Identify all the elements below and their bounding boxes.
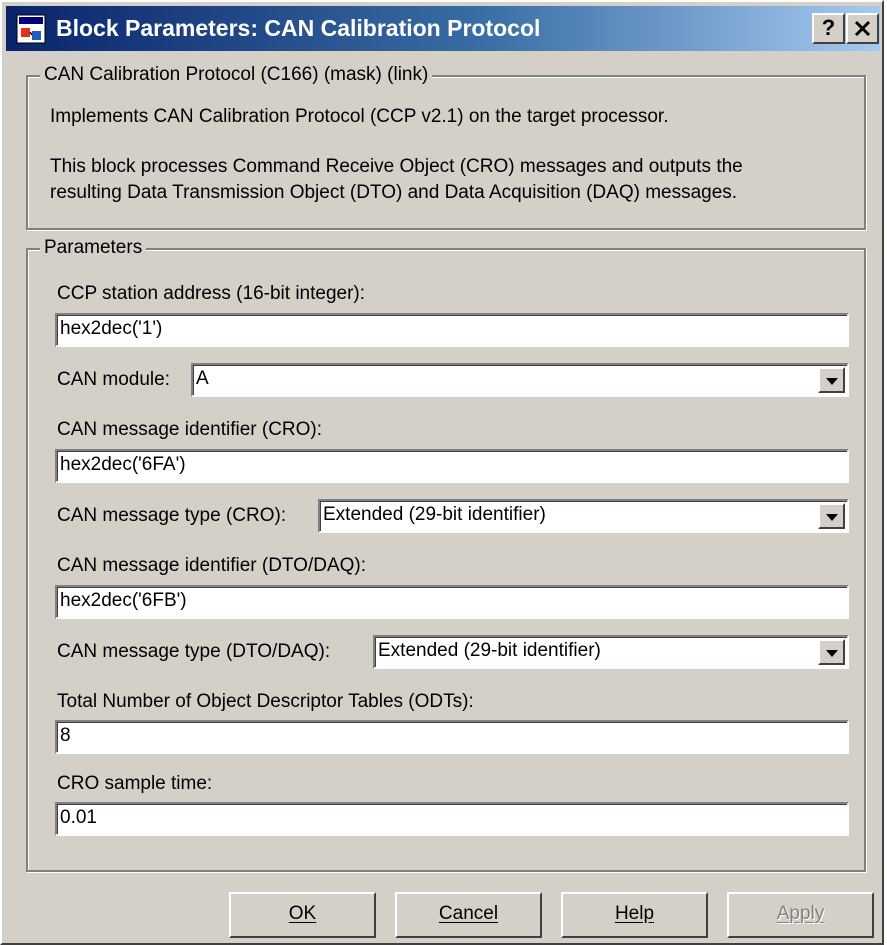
close-icon — [854, 20, 871, 37]
can-module-label: CAN module: — [57, 369, 170, 390]
cro-sample-time-label: CRO sample time: — [57, 773, 213, 794]
cro-identifier-label: CAN message identifier (CRO): — [57, 419, 323, 440]
cro-type-select[interactable]: Extended (29-bit identifier) — [318, 499, 849, 533]
chevron-down-icon[interactable] — [818, 639, 845, 665]
dto-type-value: Extended (29-bit identifier) — [378, 640, 601, 661]
station-address-input[interactable]: hex2dec('1') — [55, 313, 849, 347]
cro-identifier-input[interactable]: hex2dec('6FA') — [55, 449, 849, 483]
dto-identifier-label: CAN message identifier (DTO/DAQ): — [57, 555, 367, 576]
close-title-button[interactable] — [846, 13, 879, 44]
description-group-label: CAN Calibration Protocol (C166) (mask) (… — [40, 62, 433, 88]
window-title: Block Parameters: CAN Calibration Protoc… — [56, 15, 541, 41]
cro-type-value: Extended (29-bit identifier) — [323, 504, 546, 525]
help-title-button[interactable]: ? — [812, 13, 845, 44]
odt-count-label: Total Number of Object Descriptor Tables… — [57, 691, 474, 712]
question-mark-icon: ? — [821, 15, 836, 40]
title-bar[interactable]: Block Parameters: CAN Calibration Protoc… — [6, 6, 880, 51]
description-line-2: This block processes Command Receive Obj… — [50, 156, 743, 177]
ok-button[interactable]: OK — [229, 892, 376, 938]
chevron-down-icon[interactable] — [818, 367, 845, 393]
parameters-group: Parameters CCP station address (16-bit i… — [26, 235, 866, 872]
odt-count-input[interactable]: 8 — [55, 720, 849, 754]
station-address-label: CCP station address (16-bit integer): — [57, 283, 366, 304]
dto-identifier-input[interactable]: hex2dec('6FB') — [55, 585, 849, 619]
simulink-block-icon — [16, 14, 46, 44]
cancel-button[interactable]: Cancel — [395, 892, 542, 938]
cro-type-label: CAN message type (CRO): — [57, 505, 287, 526]
dto-type-select[interactable]: Extended (29-bit identifier) — [373, 635, 849, 669]
description-line-1: Implements CAN Calibration Protocol (CCP… — [50, 106, 669, 127]
chevron-down-icon[interactable] — [818, 503, 845, 529]
dto-type-label: CAN message type (DTO/DAQ): — [57, 641, 331, 662]
help-button[interactable]: Help — [561, 892, 708, 938]
description-group: CAN Calibration Protocol (C166) (mask) (… — [26, 62, 866, 230]
description-line-3: resulting Data Transmission Object (DTO)… — [50, 182, 738, 203]
apply-button[interactable]: Apply — [727, 892, 874, 938]
can-module-select[interactable]: A — [191, 363, 849, 397]
block-parameters-dialog: Block Parameters: CAN Calibration Protoc… — [0, 0, 884, 945]
cro-sample-time-input[interactable]: 0.01 — [55, 802, 849, 836]
parameters-group-label: Parameters — [40, 235, 147, 261]
can-module-value: A — [196, 368, 209, 389]
